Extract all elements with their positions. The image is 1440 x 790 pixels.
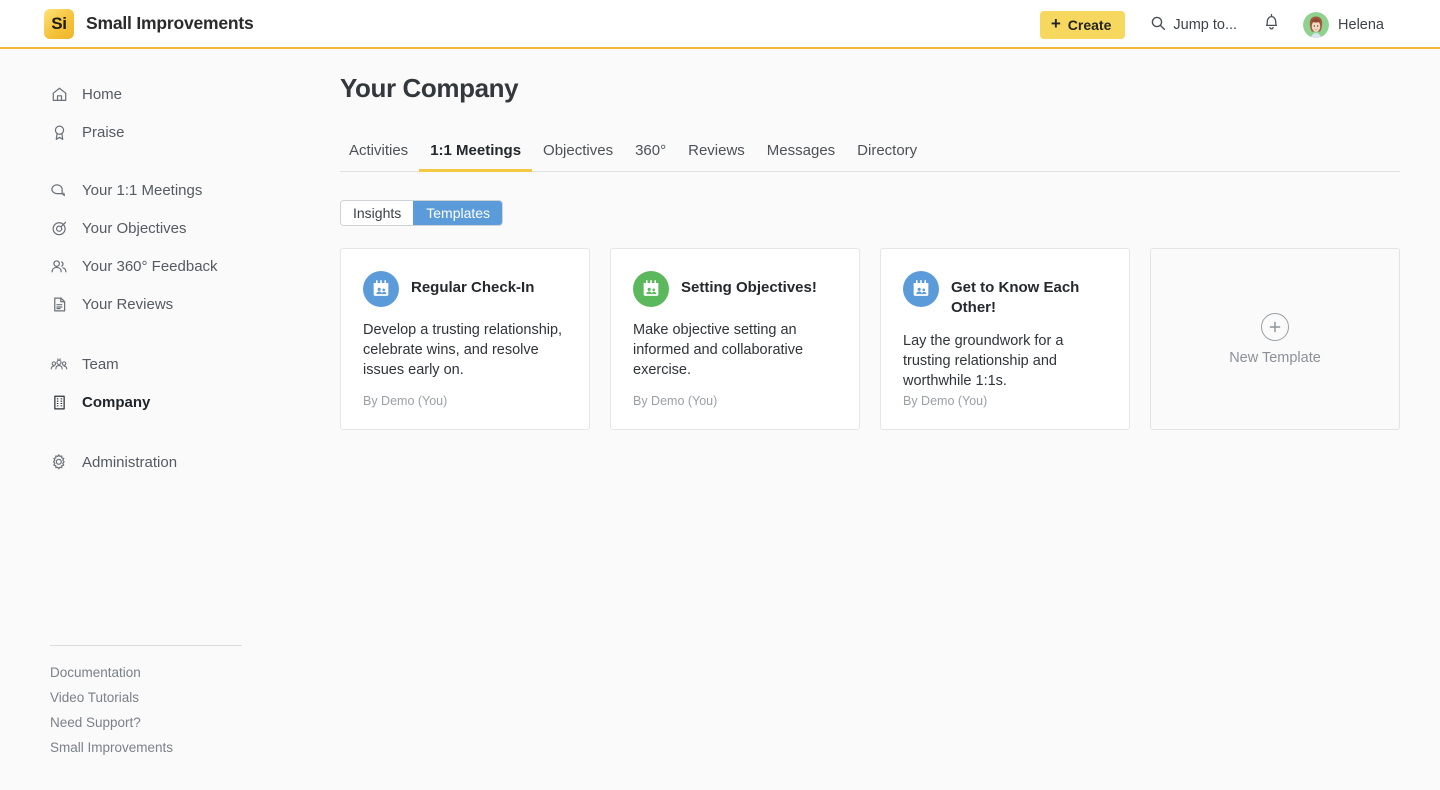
card-header: Setting Objectives! bbox=[633, 271, 837, 307]
sidebar-item-label: Your 360° Feedback bbox=[82, 257, 218, 275]
sidebar-item-label: Praise bbox=[82, 123, 125, 141]
building-icon bbox=[50, 393, 68, 411]
footer-divider bbox=[50, 645, 242, 646]
template-card[interactable]: Setting Objectives! Make objective setti… bbox=[610, 248, 860, 430]
footer-link-need-support[interactable]: Need Support? bbox=[50, 710, 242, 735]
card-header: Get to Know Each Other! bbox=[903, 271, 1107, 318]
jump-to-label: Jump to... bbox=[1173, 16, 1238, 33]
sidebar: Home Praise Your 1:1 Meetings Your Objec… bbox=[0, 51, 300, 790]
target-icon bbox=[50, 219, 68, 237]
calendar-people-icon bbox=[903, 271, 939, 307]
footer-link-video-tutorials[interactable]: Video Tutorials bbox=[50, 685, 242, 710]
chat-bubble-icon bbox=[50, 181, 68, 199]
people-icon bbox=[50, 257, 68, 275]
footer-link-documentation[interactable]: Documentation bbox=[50, 660, 242, 685]
sidebar-item-label: Your Reviews bbox=[82, 295, 174, 313]
template-card-list: Regular Check-In Develop a trusting rela… bbox=[340, 248, 1440, 430]
bell-icon bbox=[1263, 13, 1280, 36]
template-card[interactable]: Regular Check-In Develop a trusting rela… bbox=[340, 248, 590, 430]
new-template-card[interactable]: New Template bbox=[1150, 248, 1400, 430]
document-icon bbox=[50, 295, 68, 313]
card-author: By Demo (You) bbox=[633, 394, 718, 408]
sidebar-group-admin: Administration bbox=[0, 421, 300, 481]
tab-objectives[interactable]: Objectives bbox=[532, 142, 624, 171]
brand-name: Small Improvements bbox=[86, 13, 254, 33]
notifications-button[interactable] bbox=[1263, 13, 1280, 36]
tab-reviews[interactable]: Reviews bbox=[677, 142, 756, 171]
sidebar-item-label: Team bbox=[82, 355, 119, 373]
sidebar-group-personal: Home Praise bbox=[0, 51, 300, 151]
tab-activities[interactable]: Activities bbox=[340, 142, 419, 171]
sidebar-item-label: Company bbox=[82, 393, 151, 411]
avatar bbox=[1303, 11, 1330, 38]
sidebar-item-your-objectives[interactable]: Your Objectives bbox=[0, 209, 300, 247]
card-title: Get to Know Each Other! bbox=[951, 279, 1080, 316]
card-header: Regular Check-In bbox=[363, 271, 567, 307]
sidebar-item-praise[interactable]: Praise bbox=[0, 113, 300, 151]
sidebar-item-your-1-1-meetings[interactable]: Your 1:1 Meetings bbox=[0, 171, 300, 209]
sidebar-item-label: Home bbox=[82, 85, 123, 103]
sidebar-item-administration[interactable]: Administration bbox=[0, 443, 300, 481]
main-content: Your Company Activities 1:1 Meetings Obj… bbox=[300, 51, 1440, 790]
small-improvements-logo-icon: Si bbox=[44, 8, 74, 39]
sidebar-item-your-360-feedback[interactable]: Your 360° Feedback bbox=[0, 247, 300, 285]
home-icon bbox=[50, 85, 68, 103]
tab-bar: Activities 1:1 Meetings Objectives 360° … bbox=[340, 142, 1400, 172]
user-menu[interactable]: Helena bbox=[1303, 11, 1384, 38]
user-name: Helena bbox=[1338, 16, 1384, 33]
card-description: Make objective setting an informed and c… bbox=[633, 322, 804, 378]
card-title: Regular Check-In bbox=[411, 279, 535, 296]
sidebar-item-home[interactable]: Home bbox=[0, 75, 300, 113]
jump-to-search[interactable]: Jump to... bbox=[1150, 15, 1237, 35]
sidebar-item-label: Your Objectives bbox=[82, 219, 187, 237]
calendar-people-icon bbox=[633, 271, 669, 307]
sidebar-item-company[interactable]: Company bbox=[0, 383, 300, 421]
card-title: Setting Objectives! bbox=[681, 279, 817, 296]
plus-circle-icon bbox=[1261, 312, 1289, 341]
card-author: By Demo (You) bbox=[363, 394, 448, 408]
sidebar-item-team[interactable]: Team bbox=[0, 345, 300, 383]
header-actions: + Create Jump to... Helena bbox=[1039, 0, 1384, 49]
app-window: Si Small Improvements + Create Jump to..… bbox=[0, 0, 1440, 790]
team-group-icon bbox=[50, 355, 68, 373]
card-description: Develop a trusting relationship, celebra… bbox=[363, 322, 563, 378]
gear-icon bbox=[50, 453, 68, 471]
tab-1-1-meetings[interactable]: 1:1 Meetings bbox=[419, 142, 532, 172]
create-button-label: Create bbox=[1067, 16, 1112, 33]
create-button[interactable]: + Create bbox=[1039, 10, 1126, 39]
card-description: Lay the groundwork for a trusting relati… bbox=[903, 333, 1064, 389]
tab-messages[interactable]: Messages bbox=[756, 142, 846, 171]
search-icon bbox=[1150, 15, 1166, 35]
page-title: Your Company bbox=[340, 73, 519, 103]
segment-templates[interactable]: Templates bbox=[413, 201, 503, 225]
tab-directory[interactable]: Directory bbox=[846, 142, 928, 171]
praise-badge-icon bbox=[50, 123, 68, 141]
sidebar-item-your-reviews[interactable]: Your Reviews bbox=[0, 285, 300, 323]
sidebar-group-org: Team Company bbox=[0, 323, 300, 421]
sidebar-item-label: Your 1:1 Meetings bbox=[82, 181, 203, 199]
card-author: By Demo (You) bbox=[903, 394, 988, 408]
calendar-people-icon bbox=[363, 271, 399, 307]
footer-link-small-improvements[interactable]: Small Improvements bbox=[50, 735, 242, 760]
brand-logo[interactable]: Si Small Improvements bbox=[44, 8, 254, 39]
template-card[interactable]: Get to Know Each Other! Lay the groundwo… bbox=[880, 248, 1130, 430]
sidebar-footer: Documentation Video Tutorials Need Suppo… bbox=[50, 645, 242, 760]
sidebar-group-your-work: Your 1:1 Meetings Your Objectives Your 3… bbox=[0, 151, 300, 323]
top-header: Si Small Improvements + Create Jump to..… bbox=[0, 0, 1440, 49]
plus-icon: + bbox=[1050, 14, 1061, 33]
tab-360[interactable]: 360° bbox=[624, 142, 677, 171]
sidebar-item-label: Administration bbox=[82, 453, 178, 471]
new-template-label: New Template bbox=[1229, 349, 1321, 366]
insights-templates-toggle: Insights Templates bbox=[340, 200, 504, 226]
segment-insights[interactable]: Insights bbox=[341, 201, 414, 225]
